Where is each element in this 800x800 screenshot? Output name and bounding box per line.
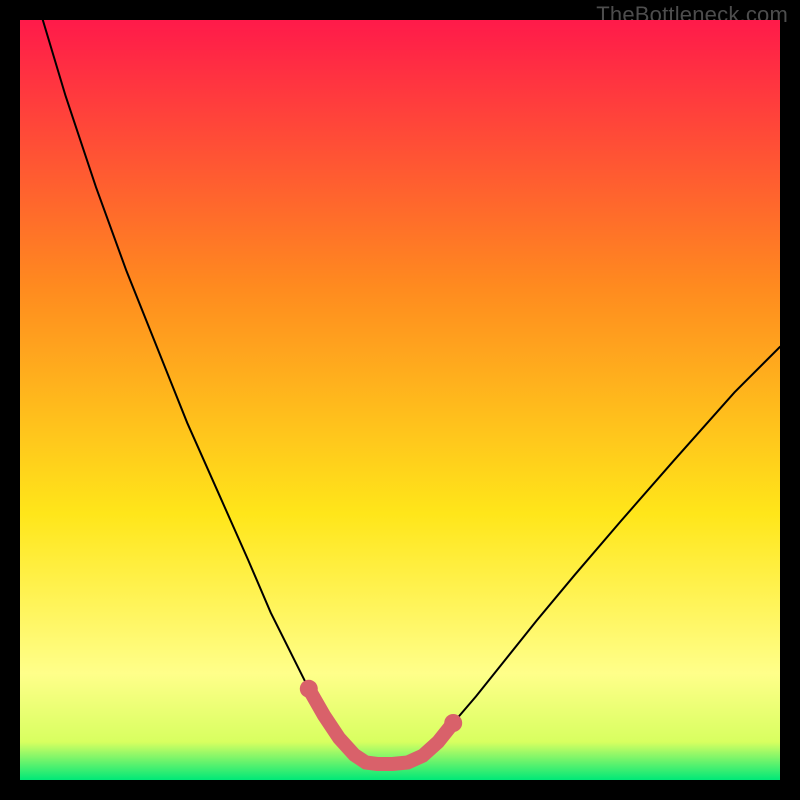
highlight-dot-right [444, 714, 462, 732]
highlight-dot-left [300, 680, 318, 698]
bottleneck-chart [20, 20, 780, 780]
chart-frame: TheBottleneck.com [0, 0, 800, 800]
gradient-background [20, 20, 780, 780]
